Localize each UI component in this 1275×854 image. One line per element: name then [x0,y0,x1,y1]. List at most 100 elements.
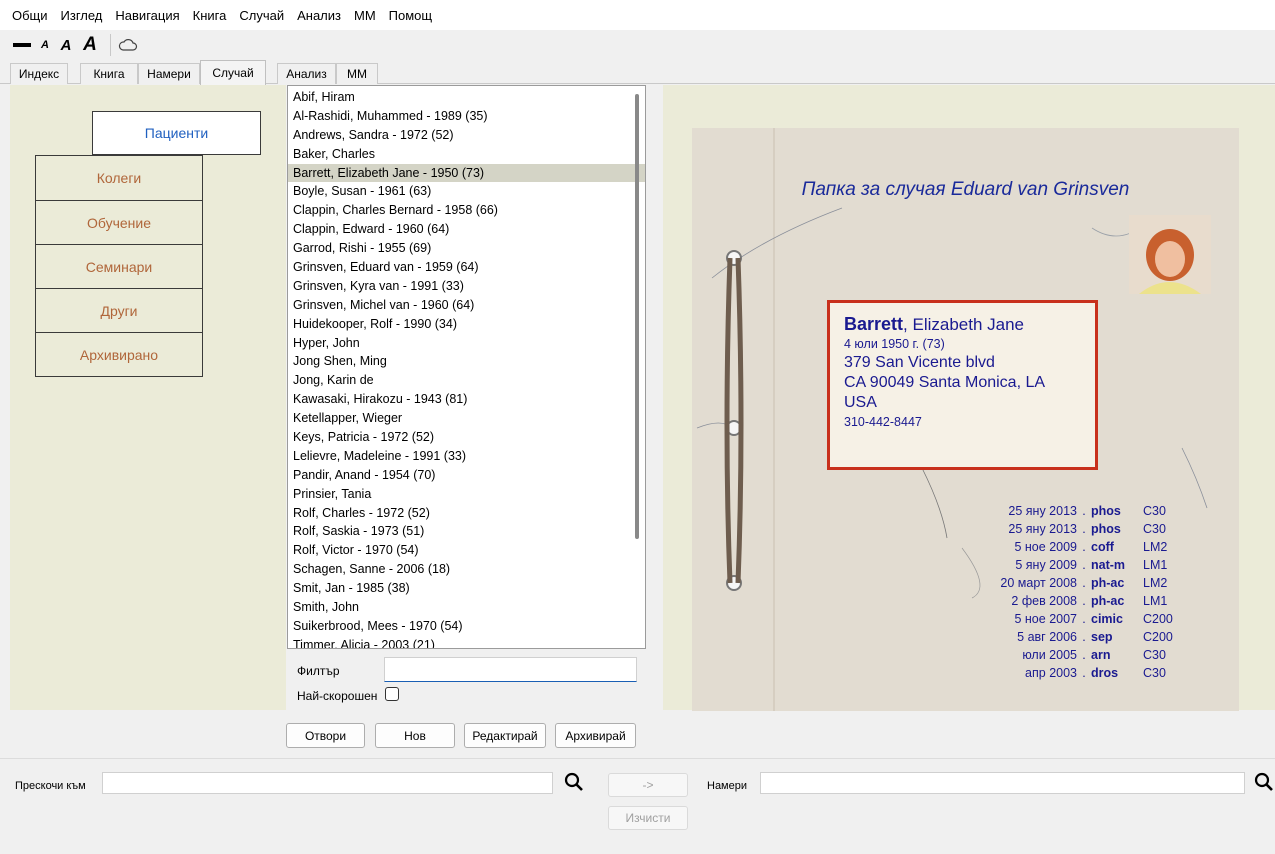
open-button[interactable]: Отвори [286,723,365,748]
edit-button[interactable]: Редактирай [464,723,546,748]
patient-row[interactable]: Al-Rashidi, Muhammed - 1989 (35) [288,107,645,126]
clear-button[interactable]: Изчисти [608,806,688,830]
category-patients[interactable]: Пациенти [92,111,261,155]
menu-item[interactable]: Книга [193,8,227,23]
patient-row[interactable]: Suikerbrood, Mees - 1970 (54) [288,617,645,636]
patient-row[interactable]: Keys, Patricia - 1972 (52) [288,428,645,447]
remedy-row: 20 март 2008. ph-ac LM2 [977,574,1183,592]
patient-row[interactable]: Grinsven, Eduard van - 1959 (64) [288,258,645,277]
tab-index[interactable]: Индекс [10,63,68,84]
font-default-button[interactable] [12,33,32,57]
patient-row[interactable]: Prinsier, Tania [288,485,645,504]
category-colleagues[interactable]: Колеги [35,155,203,201]
remedy-row: 25 яну 2013. phos C30 [977,502,1183,520]
patient-phone: 310-442-8447 [844,415,922,429]
tab-analysis[interactable]: Анализ [277,63,336,84]
patient-row[interactable]: Smith, John [288,598,645,617]
patient-row[interactable]: Barrett, Elizabeth Jane - 1950 (73) [288,163,645,183]
patient-row[interactable]: Huidekooper, Rolf - 1990 (34) [288,315,645,334]
list-scrollbar[interactable] [635,94,639,539]
patient-row[interactable]: Boyle, Susan - 1961 (63) [288,182,645,201]
tab-find[interactable]: Намери [138,63,200,84]
patient-row[interactable]: Abif, Hiram [288,88,645,107]
font-medium-button[interactable]: A [58,33,74,57]
new-button[interactable]: Нов [375,723,455,748]
patient-row[interactable]: Lelievre, Madeleine - 1991 (33) [288,447,645,466]
patient-row[interactable]: Schagen, Sanne - 2006 (18) [288,560,645,579]
remedy-potency: C200 [1143,630,1173,644]
menu-item[interactable]: Изглед [61,8,103,23]
find-label: Намери [707,780,748,792]
menu-item[interactable]: Анализ [297,8,341,23]
remedy-row: 5 ное 2007. cimic C200 [977,610,1183,628]
tab-mm[interactable]: ММ [336,63,378,84]
patient-country: USA [844,394,877,411]
remedy-separator: . [1082,666,1086,680]
remedy-separator: . [1082,648,1086,662]
patient-row[interactable]: Grinsven, Kyra van - 1991 (33) [288,277,645,296]
patient-given-names: , Elizabeth Jane [903,315,1024,334]
font-large-button[interactable]: A [80,33,100,57]
find-search-button[interactable] [1253,772,1275,794]
patient-address-1: 379 San Vicente blvd [844,354,995,371]
menu-item[interactable]: Помощ [389,8,432,23]
dash-icon [13,43,31,47]
remedy-separator: . [1082,504,1086,518]
patient-row[interactable]: Clappin, Edward - 1960 (64) [288,220,645,239]
menu-item[interactable]: Общи [12,8,48,23]
remedy-date: 25 яну 2013 [1008,522,1077,536]
remedy-name: phos [1091,504,1121,518]
patient-row[interactable]: Baker, Charles [288,145,645,164]
category-archived[interactable]: Архивирано [35,332,203,377]
patient-row[interactable]: Andrews, Sandra - 1972 (52) [288,126,645,145]
patient-row[interactable]: Clappin, Charles Bernard - 1958 (66) [288,201,645,220]
category-training[interactable]: Обучение [35,200,203,245]
patient-row[interactable]: Kawasaki, Hirakozu - 1943 (81) [288,390,645,409]
menu-item[interactable]: ММ [354,8,376,23]
tab-book[interactable]: Книга [80,63,138,84]
cloud-sync-button[interactable] [117,33,139,57]
find-input[interactable] [760,772,1245,794]
patient-row[interactable]: Jong Shen, Ming [288,352,645,371]
patient-row[interactable]: Smit, Jan - 1985 (38) [288,579,645,598]
patient-row[interactable]: Rolf, Victor - 1970 (54) [288,541,645,560]
remedy-date: 20 март 2008 [1000,576,1077,590]
recent-label: Най-скорошен [297,689,378,703]
patient-row[interactable]: Pandir, Anand - 1954 (70) [288,466,645,485]
patient-row[interactable]: Jong, Karin de [288,371,645,390]
filter-input[interactable] [384,657,637,682]
patient-row[interactable]: Timmer, Alicia - 2003 (21) [288,636,645,648]
remedy-row: юли 2005. arn C30 [977,646,1183,664]
remedy-potency: LM1 [1143,558,1168,572]
category-seminars[interactable]: Семинари [35,244,203,289]
remedy-potency: LM1 [1143,594,1168,608]
patient-row[interactable]: Rolf, Charles - 1972 (52) [288,504,645,523]
remedy-name: arn [1091,648,1111,662]
remedy-name: ph-ac [1091,594,1125,608]
toolbar-divider [110,34,111,56]
remedy-potency: LM2 [1143,576,1168,590]
patient-row[interactable]: Garrod, Rishi - 1955 (69) [288,239,645,258]
patient-list[interactable]: Abif, Hiram Al-Rashidi, Muhammed - 1989 (… [287,85,646,649]
recent-checkbox[interactable] [385,687,399,701]
remedy-potency: C200 [1143,612,1173,626]
menu-item[interactable]: Случай [239,8,284,23]
search-icon [564,772,583,791]
category-other[interactable]: Други [35,288,203,333]
go-button[interactable]: -> [608,773,688,797]
font-small-button[interactable]: A [38,33,52,57]
jump-search-button[interactable] [563,772,585,794]
patient-row[interactable]: Rolf, Saskia - 1973 (51) [288,522,645,541]
tab-case[interactable]: Случай [200,60,266,85]
remedy-potency: C30 [1143,666,1166,680]
menu-item[interactable]: Навигация [115,8,179,23]
archive-button[interactable]: Архивирай [555,723,636,748]
patient-row[interactable]: Grinsven, Michel van - 1960 (64) [288,296,645,315]
remedy-name: nat-m [1091,558,1126,572]
remedy-date: 5 авг 2006 [1017,630,1077,644]
patient-row[interactable]: Ketellapper, Wieger [288,409,645,428]
jump-input[interactable] [102,772,553,794]
remedy-row: апр 2003. dros C30 [977,664,1183,682]
patient-row[interactable]: Hyper, John [288,334,645,353]
patient-photo [1129,215,1211,294]
